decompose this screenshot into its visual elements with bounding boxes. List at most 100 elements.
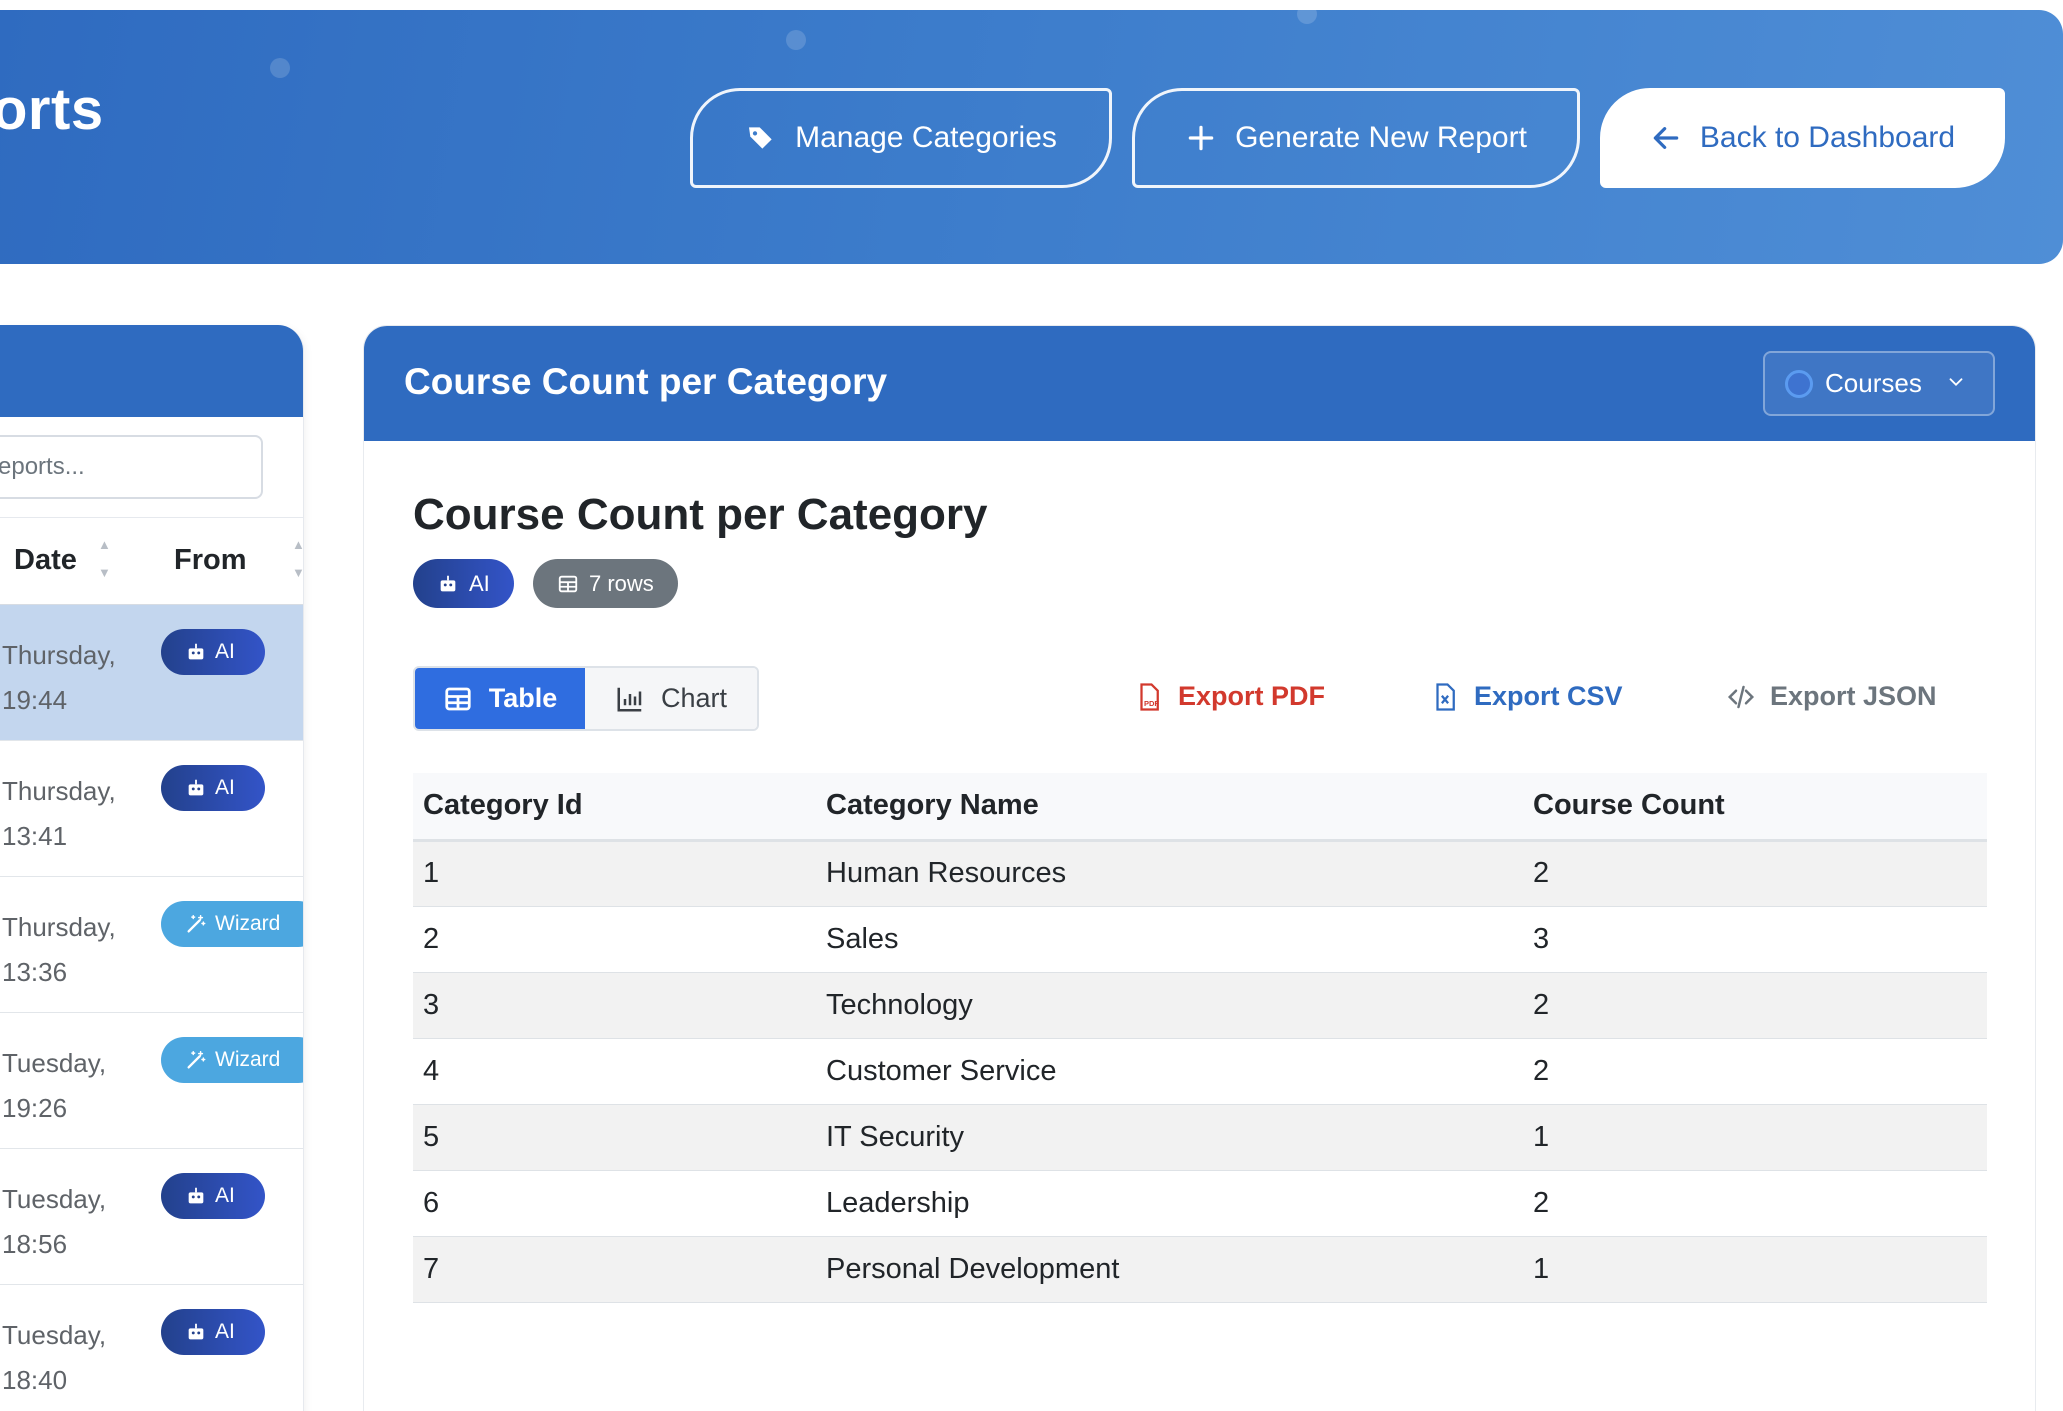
table-view-button[interactable]: Table [415,668,586,729]
tags-icon [749,127,772,149]
report-time: 13:36 [2,957,68,987]
sort-down-icon[interactable]: ▼ [292,566,303,580]
column-date[interactable]: Date [14,544,77,577]
badge-label: Wizard [215,912,281,935]
cell-course-count: 2 [1523,1038,1987,1105]
report-list-item[interactable]: Thursday, 19:44 AI [0,605,303,741]
ai-badge: AI [161,765,265,811]
cell-category-name: Leadership [816,1170,1523,1237]
report-date: Thursday, 13:41 [2,769,116,859]
report-day: Thursday, [2,776,116,806]
back-to-dashboard-button[interactable]: Back to Dashboard [1600,88,2005,188]
category-dropdown[interactable]: Courses [1763,351,1995,416]
report-time: 19:26 [2,1093,68,1123]
cell-course-count: 2 [1523,840,1987,907]
export-json-button[interactable]: Export JSON [1726,681,1937,712]
table-header-row: Category Id Category Name Course Count [413,773,1987,842]
badge-label: Wizard [215,1048,281,1071]
report-day: Tuesday, [2,1320,107,1350]
manage-categories-button[interactable]: Manage Categories [690,88,1112,188]
cell-course-count: 2 [1523,1170,1987,1237]
cell-course-count: 2 [1523,972,1987,1039]
cell-category-id: 5 [413,1104,816,1171]
table-row: 4 Customer Service 2 [413,1038,1987,1105]
robot-icon [188,1187,204,1204]
export-pdf-button[interactable]: PDF Export PDF [1134,681,1325,712]
report-date: Thursday, 13:36 [2,905,116,995]
cell-category-id: 7 [413,1236,816,1303]
table-row: 3 Technology 2 [413,972,1987,1039]
robot-icon [188,643,204,660]
decorative-dot [786,30,806,50]
report-list-item[interactable]: Tuesday, 19:26 Wizard [0,1013,303,1149]
robot-icon [188,1323,204,1340]
chart-view-label: Chart [660,683,728,713]
cell-category-name: Customer Service [816,1038,1523,1105]
sort-up-icon[interactable]: ▲ [292,538,303,552]
cell-category-id: 3 [413,972,816,1039]
ai-source-tag: AI [413,559,514,608]
column-from[interactable]: From [174,544,247,577]
table-icon [558,575,578,592]
manage-categories-label: Manage Categories [795,121,1057,154]
report-date: Tuesday, 18:40 [2,1313,106,1403]
table-row: 2 Sales 3 [413,906,1987,973]
report-date: Thursday, 19:44 [2,633,116,723]
chart-view-button[interactable]: Chart [585,668,757,729]
robot-icon [188,779,204,796]
badge-label: AI [215,1184,235,1207]
report-list-item[interactable]: Thursday, 13:41 AI [0,741,303,877]
dropdown-value: Courses [1825,368,1922,398]
row-count-tag: 7 rows [533,559,678,608]
column-category-id[interactable]: Category Id [413,773,816,842]
reports-list-header [0,325,303,417]
report-title: Course Count per Category [413,490,988,539]
report-day: Tuesday, [2,1048,107,1078]
ai-tag-label: AI [469,570,490,596]
magic-wand-icon [187,1051,206,1069]
cell-category-name: Sales [816,906,1523,973]
export-json-label: Export JSON [1770,681,1937,711]
wizard-badge: Wizard [161,901,303,947]
generate-report-button[interactable]: Generate New Report [1132,88,1580,188]
circle-icon [1785,369,1813,398]
reports-search-input[interactable]: eports... [0,435,263,499]
report-panel: Course Count per Category Courses Course… [363,325,2036,1411]
table-row: 5 IT Security 1 [413,1104,1987,1171]
badge-label: AI [215,640,235,663]
report-time: 19:44 [2,685,68,715]
bar-chart-icon [617,687,642,711]
column-category-name[interactable]: Category Name [816,773,1523,842]
export-csv-button[interactable]: Export CSV [1430,681,1623,712]
cell-category-name: Technology [816,972,1523,1039]
cell-course-count: 1 [1523,1236,1987,1303]
report-day: Tuesday, [2,1184,107,1214]
sort-down-icon[interactable]: ▼ [98,566,111,580]
cell-category-id: 2 [413,906,816,973]
export-csv-label: Export CSV [1474,681,1623,711]
report-time: 18:40 [2,1365,68,1395]
code-icon [1727,685,1755,708]
page-header: orts Manage Categories Generate New Repo… [0,10,2063,264]
report-list-item[interactable]: Tuesday, 18:56 AI [0,1149,303,1285]
ai-badge: AI [161,1173,265,1219]
arrow-left-icon [1653,127,1679,149]
report-list-item[interactable]: Tuesday, 18:40 AI [0,1285,303,1411]
cell-category-name: Personal Development [816,1236,1523,1303]
table-row: 1 Human Resources 2 [413,840,1987,907]
report-time: 18:56 [2,1229,68,1259]
column-course-count[interactable]: Course Count [1523,773,1987,842]
cell-course-count: 3 [1523,906,1987,973]
report-day: Thursday, [2,912,116,942]
report-table: Category Id Category Name Course Count 1… [413,773,1987,1303]
badge-label: AI [215,776,235,799]
report-date: Tuesday, 18:56 [2,1177,106,1267]
cell-category-id: 6 [413,1170,816,1237]
badge-label: AI [215,1320,235,1343]
ai-badge: AI [161,629,265,675]
sort-up-icon[interactable]: ▲ [98,538,111,552]
table-view-label: Table [488,683,558,713]
page-title: orts [0,77,104,142]
decorative-dot [1297,10,1317,24]
report-list-item[interactable]: Thursday, 13:36 Wizard [0,877,303,1013]
